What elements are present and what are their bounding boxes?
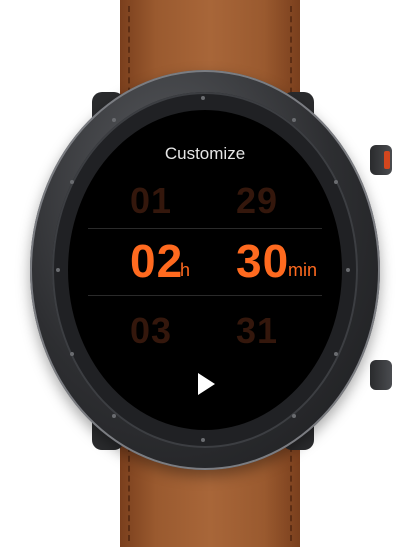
bezel-tick bbox=[112, 414, 116, 418]
play-icon[interactable] bbox=[198, 373, 215, 395]
hour-option-next[interactable]: 03 bbox=[130, 310, 172, 352]
picker-divider-bottom bbox=[88, 295, 322, 296]
bezel-tick bbox=[292, 414, 296, 418]
bezel-tick bbox=[334, 352, 338, 356]
hour-unit-label: h bbox=[180, 260, 191, 280]
bezel-tick bbox=[334, 180, 338, 184]
bezel-tick bbox=[201, 438, 205, 442]
bezel-tick bbox=[292, 118, 296, 122]
hour-selected[interactable]: 02 bbox=[130, 234, 183, 288]
screen-title: Customize bbox=[164, 144, 246, 163]
hour-option-prev[interactable]: 01 bbox=[130, 180, 172, 222]
minute-selected[interactable]: 30 bbox=[236, 234, 289, 288]
watch-screen: Customize 01 02 h 03 29 30 min 31 bbox=[68, 110, 342, 430]
bezel-tick bbox=[346, 268, 350, 272]
bezel-tick bbox=[112, 118, 116, 122]
bezel-tick bbox=[70, 352, 74, 356]
minute-option-next[interactable]: 31 bbox=[236, 310, 278, 352]
picker-divider-top bbox=[88, 228, 322, 229]
minute-unit-label: min bbox=[288, 260, 318, 280]
bezel-tick bbox=[201, 96, 205, 100]
top-crown-button[interactable] bbox=[370, 145, 392, 175]
bottom-crown-button[interactable] bbox=[370, 360, 392, 390]
bezel-tick bbox=[70, 180, 74, 184]
bezel-tick bbox=[56, 268, 60, 272]
minute-option-prev[interactable]: 29 bbox=[236, 180, 278, 222]
